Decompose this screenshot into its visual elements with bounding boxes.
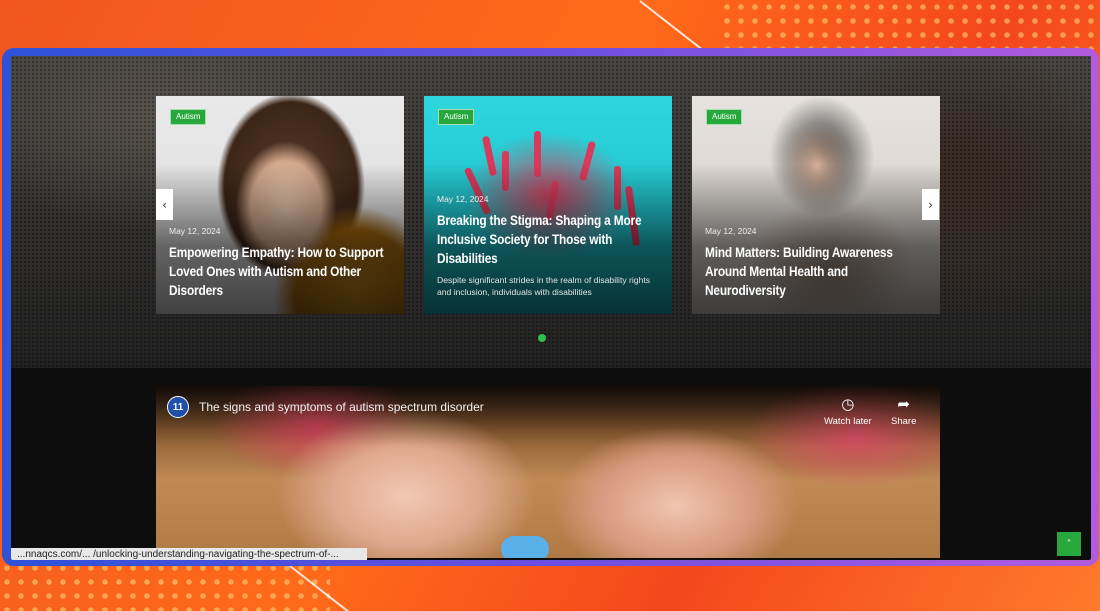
carousel-prev-button[interactable]: ‹ xyxy=(156,189,173,220)
share-arrow-icon: ➦ xyxy=(897,395,910,413)
post-title[interactable]: Breaking the Stigma: Shaping a More Incl… xyxy=(437,211,661,268)
chevron-right-icon: › xyxy=(928,197,933,212)
channel-avatar[interactable]: 11 xyxy=(167,396,189,418)
chevron-up-icon: ˄ xyxy=(1066,538,1072,550)
carousel-next-button[interactable]: › xyxy=(922,189,939,220)
share-button[interactable]: ➦ Share xyxy=(891,396,916,427)
video-title[interactable]: The signs and symptoms of autism spectru… xyxy=(199,400,484,414)
post-date: May 12, 2024 xyxy=(437,194,489,204)
clock-icon: ◷ xyxy=(841,395,855,413)
status-bar-url: ...nnaqcs.com/... /unlocking-understandi… xyxy=(11,548,367,560)
screen-frame: Autism May 12, 2024 Empowering Empathy: … xyxy=(2,48,1099,566)
post-card[interactable]: Autism May 12, 2024 Breaking the Stigma:… xyxy=(424,96,672,314)
share-label: Share xyxy=(891,416,917,427)
post-date: May 12, 2024 xyxy=(705,226,757,236)
chevron-left-icon: ‹ xyxy=(162,197,167,212)
category-tag[interactable]: Autism xyxy=(438,109,475,125)
decorative-dots xyxy=(0,561,330,611)
watch-later-button[interactable]: ◷ Watch later xyxy=(824,396,872,427)
carousel-pagination-dot[interactable] xyxy=(538,334,546,342)
post-title[interactable]: Empowering Empathy: How to Support Loved… xyxy=(169,243,393,300)
decorative-line xyxy=(639,0,704,52)
post-title[interactable]: Mind Matters: Building Awareness Around … xyxy=(705,243,929,300)
post-card[interactable]: Autism May 12, 2024 Empowering Empathy: … xyxy=(156,96,404,314)
browser-viewport: Autism May 12, 2024 Empowering Empathy: … xyxy=(11,56,1091,560)
watch-later-label: Watch later xyxy=(824,416,872,427)
category-tag[interactable]: Autism xyxy=(706,109,743,125)
video-scene-object xyxy=(501,536,549,558)
post-card[interactable]: Autism May 12, 2024 Mind Matters: Buildi… xyxy=(692,96,940,314)
video-embed[interactable]: 11 The signs and symptoms of autism spec… xyxy=(156,386,940,558)
category-tag[interactable]: Autism xyxy=(170,109,207,125)
post-excerpt: Despite significant strides in the realm… xyxy=(437,275,651,297)
post-date: May 12, 2024 xyxy=(169,226,221,236)
back-to-top-button[interactable]: ˄ xyxy=(1057,532,1081,556)
